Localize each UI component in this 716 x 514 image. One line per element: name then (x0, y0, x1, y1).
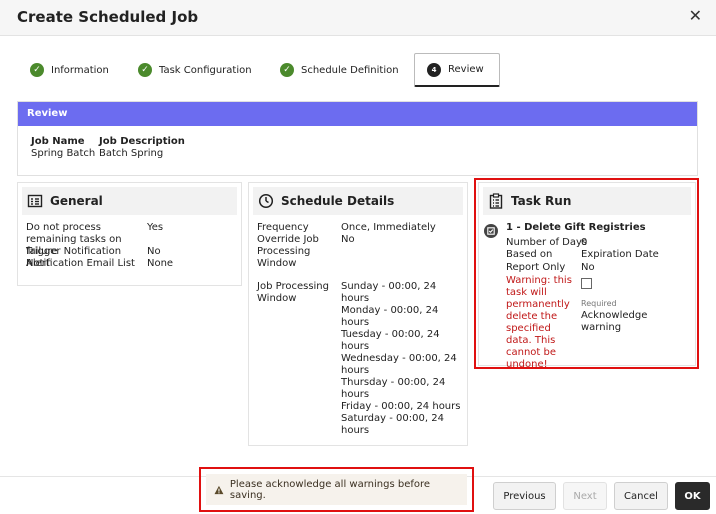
general-label-email: Notification Email List (26, 258, 135, 269)
next-button[interactable]: Next (563, 482, 607, 510)
window-day-saturday: Saturday - 00:00, 24 hours (341, 413, 444, 436)
step-review[interactable]: 4 Review (414, 53, 500, 87)
general-value-alert: No (147, 246, 161, 257)
dialog-title: Create Scheduled Job (17, 8, 199, 26)
warning-icon (214, 485, 224, 494)
general-title: General (50, 194, 103, 208)
step-label: Review (448, 64, 484, 75)
window-day-monday: Monday - 00:00, 24 hours (341, 305, 439, 328)
schedule-card-header: Schedule Details (253, 187, 463, 215)
step-information[interactable]: ✓ Information (30, 53, 109, 87)
window-day-thursday: Thursday - 00:00, 24 hours (341, 377, 446, 400)
step-label: Schedule Definition (301, 64, 399, 76)
warning-message: Please acknowledge all warnings before s… (206, 474, 467, 505)
frequency-label: Frequency (257, 222, 309, 233)
step-label: Information (51, 64, 109, 76)
task-title: 1 - Delete Gift Registries (506, 222, 646, 233)
acknowledge-warning-label: Acknowledge warning (581, 310, 648, 333)
job-name-value: Spring Batch (31, 148, 96, 159)
processing-window-label: Job Processing Window (257, 281, 329, 304)
acknowledge-warning-checkbox[interactable] (581, 278, 592, 289)
check-icon: ✓ (30, 63, 44, 77)
processing-window-values: Sunday - 00:00, 24 hours Monday - 00:00,… (341, 281, 463, 437)
schedule-title: Schedule Details (281, 194, 395, 208)
step-schedule-definition[interactable]: ✓ Schedule Definition (280, 53, 399, 87)
window-day-friday: Friday - 00:00, 24 hours (341, 401, 461, 412)
step-label: Task Configuration (159, 64, 252, 76)
cancel-button[interactable]: Cancel (614, 482, 668, 510)
review-header: Review (18, 102, 697, 126)
general-card-header: General (22, 187, 237, 215)
delete-warning-text: Warning: this task will permanently dele… (506, 275, 572, 370)
window-day-sunday: Sunday - 00:00, 24 hours (341, 281, 437, 304)
warning-message-text: Please acknowledge all warnings before s… (229, 478, 431, 501)
number-of-days-label: Number of Days (506, 237, 588, 248)
dialog-header: Create Scheduled Job ✕ (0, 0, 716, 36)
window-day-tuesday: Tuesday - 00:00, 24 hours (341, 329, 440, 352)
required-label: Required (581, 299, 617, 308)
clock-icon (258, 193, 274, 209)
general-value-failure: Yes (147, 222, 164, 233)
override-window-value: No (341, 234, 355, 245)
review-panel: Review Job Name Job Description Spring B… (17, 101, 698, 176)
step-task-configuration[interactable]: ✓ Task Configuration (138, 53, 252, 87)
review-details: Job Name Job Description Spring Batch Ba… (31, 136, 185, 159)
report-only-value: No (581, 262, 595, 273)
window-day-wednesday: Wednesday - 00:00, 24 hours (341, 353, 457, 376)
number-of-days-value: 0 (581, 237, 588, 248)
step-train: ✓ Information ✓ Task Configuration ✓ Sch… (0, 36, 716, 98)
ok-button[interactable]: OK (675, 482, 710, 510)
list-icon (27, 194, 43, 208)
step-number-badge: 4 (427, 62, 441, 77)
job-description-value: Batch Spring (99, 148, 164, 159)
based-on-value: Expiration Date (581, 249, 659, 260)
task-status-badge (484, 224, 498, 238)
warning-message-highlight: Please acknowledge all warnings before s… (199, 467, 474, 512)
override-window-label: Override Job Processing Window (257, 234, 319, 269)
task-status-icon (487, 227, 495, 235)
check-icon: ✓ (280, 63, 294, 77)
frequency-value: Once, Immediately (341, 222, 436, 233)
close-icon[interactable]: ✕ (689, 6, 702, 25)
job-name-label: Job Name (31, 136, 85, 147)
report-only-label: Report Only (506, 262, 566, 273)
previous-button[interactable]: Previous (493, 482, 556, 510)
check-icon: ✓ (138, 63, 152, 77)
based-on-label: Based on (506, 249, 553, 260)
general-value-email: None (147, 258, 174, 269)
job-description-label: Job Description (99, 136, 185, 147)
